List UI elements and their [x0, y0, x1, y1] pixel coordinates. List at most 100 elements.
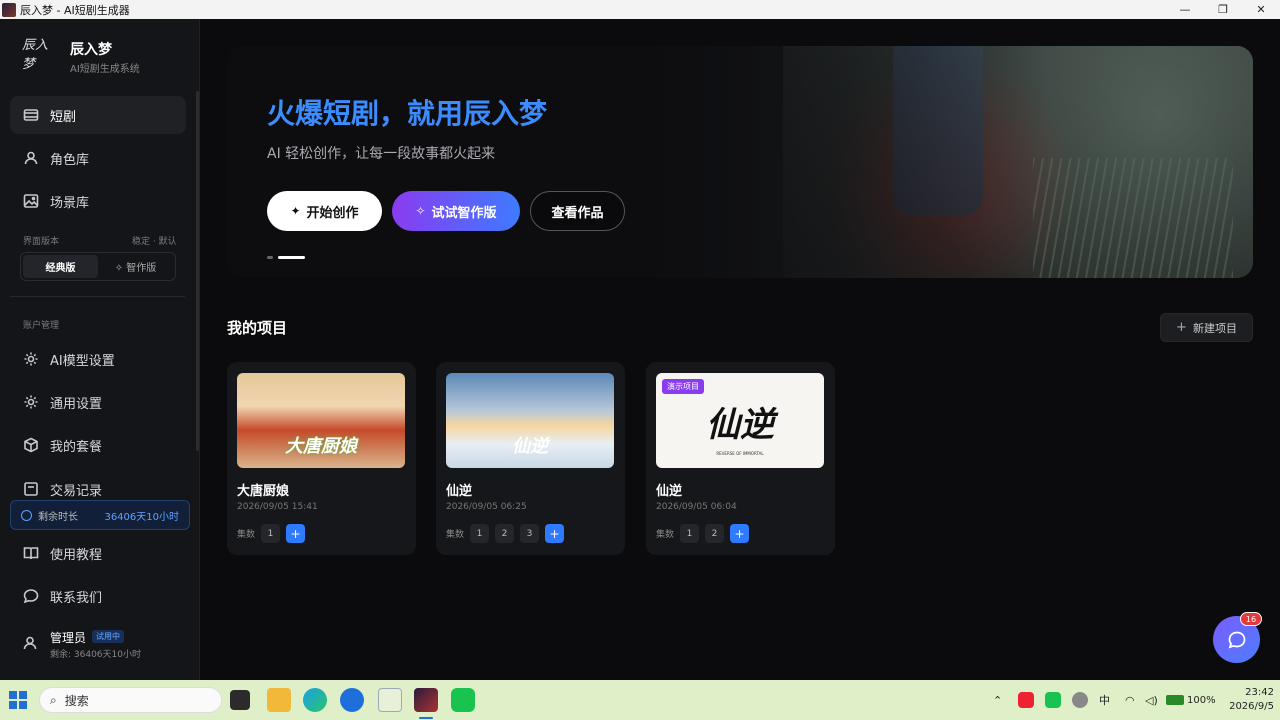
episodes-label: 集数: [656, 530, 675, 540]
thumbnail-subtitle: REVERSE OF IMMORTAL: [716, 451, 764, 456]
film-icon: [23, 107, 39, 123]
user-name: 管理员: [50, 631, 87, 645]
sidebar-item-label: AI模型设置: [50, 353, 115, 369]
tray-cloud-icon[interactable]: [1072, 692, 1088, 708]
clock-time: 23:42: [1245, 687, 1274, 698]
sidebar-clip: 交易记录: [0, 477, 200, 497]
carousel-dot[interactable]: [267, 256, 273, 259]
episode-button[interactable]: 3: [520, 524, 540, 543]
sidebar-item-general-settings[interactable]: 通用设置: [10, 383, 186, 421]
settings-icon: [23, 394, 39, 410]
episode-button[interactable]: 1: [261, 524, 281, 543]
magic-icon: ✧: [415, 204, 426, 218]
try-smart-button[interactable]: ✧ 试试智作版: [392, 191, 520, 231]
maximize-button[interactable]: ❐: [1204, 0, 1242, 19]
sidebar-item-label: 使用教程: [50, 547, 103, 563]
new-project-label: 新建项目: [1192, 321, 1237, 335]
episode-button[interactable]: 2: [705, 524, 725, 543]
title-bar: 辰入梦 - AI短剧生成器 — ❐ ✕: [0, 0, 1280, 19]
file-explorer-icon[interactable]: [267, 688, 291, 712]
sidebar-item-transactions[interactable]: 交易记录: [10, 477, 186, 497]
episode-button[interactable]: 2: [495, 524, 515, 543]
account-section-label: 账户管理: [23, 321, 60, 331]
version-smart-option[interactable]: ✧ 智作版: [98, 255, 173, 278]
thumbnail-title: 大唐厨娘: [285, 436, 357, 457]
add-episode-button[interactable]: +: [286, 524, 306, 543]
start-create-label: 开始创作: [306, 205, 359, 221]
volume-icon[interactable]: ◁): [1145, 680, 1158, 720]
view-works-button[interactable]: 查看作品: [530, 191, 625, 231]
chenrumeng-app-icon[interactable]: [414, 688, 438, 712]
gear-icon: [23, 351, 39, 367]
carousel-dot-active[interactable]: [278, 256, 305, 259]
episode-button[interactable]: 1: [470, 524, 490, 543]
wechat-app-icon[interactable]: [451, 688, 475, 712]
ime-indicator[interactable]: 中: [1099, 680, 1110, 720]
add-episode-button[interactable]: +: [730, 524, 750, 543]
search-icon: ⌕: [50, 692, 57, 707]
battery-icon[interactable]: [1166, 695, 1184, 705]
tray-app-icon[interactable]: [1018, 692, 1034, 708]
sidebar-item-scenes[interactable]: 场景库: [10, 182, 186, 220]
add-episode-button[interactable]: +: [545, 524, 565, 543]
sidebar-item-characters[interactable]: 角色库: [10, 139, 186, 177]
brand-logo: 辰入梦: [22, 38, 49, 72]
windows-start-icon[interactable]: [9, 691, 27, 709]
episode-list: 集数 1 2 +: [656, 524, 750, 543]
box-icon: [23, 437, 39, 453]
sidebar-item-tutorial[interactable]: 使用教程: [10, 534, 186, 572]
main-content: 火爆短剧，就用辰入梦 AI 轻松创作，让每一段故事都火起来 ✦ 开始创作 ✧ 试…: [200, 19, 1280, 680]
brand: 辰入梦 辰入梦 AI短剧生成系统: [22, 38, 140, 75]
taskbar-clock[interactable]: 23:42 2026/9/5: [1218, 686, 1274, 714]
version-switch: 经典版 ✧ 智作版: [20, 252, 176, 281]
carousel-dots: [267, 256, 305, 259]
episodes-label: 集数: [237, 530, 256, 540]
project-date: 2026/09/05 06:25: [446, 502, 527, 512]
clock-icon: [21, 509, 32, 521]
wifi-icon[interactable]: ◠: [1125, 680, 1135, 720]
project-thumbnail[interactable]: 仙逆 REVERSE OF IMMORTAL 演示项目: [656, 373, 824, 468]
hero-banner: 火爆短剧，就用辰入梦 AI 轻松创作，让每一段故事都火起来 ✦ 开始创作 ✧ 试…: [227, 46, 1253, 278]
episode-button[interactable]: 1: [680, 524, 700, 543]
project-card[interactable]: 仙逆 仙逆 2026/09/05 06:25 集数 1 2 3 +: [436, 362, 625, 555]
receipt-icon: [23, 481, 39, 497]
sidebar-item-drama[interactable]: 短剧: [10, 96, 186, 134]
episode-list: 集数 1 2 3 +: [446, 524, 565, 543]
sidebar-item-label: 短剧: [50, 109, 77, 125]
thumbnail-title: 仙逆: [706, 405, 774, 445]
remaining-time-value: 36406天10小时: [104, 511, 179, 523]
project-thumbnail[interactable]: 大唐厨娘: [237, 373, 405, 468]
sidebar-item-plan[interactable]: 我的套餐: [10, 426, 186, 464]
version-label: 界面版本: [23, 237, 60, 247]
clock-date: 2026/9/5: [1229, 701, 1274, 712]
new-project-button[interactable]: + 新建项目: [1160, 313, 1253, 342]
project-thumbnail[interactable]: 仙逆: [446, 373, 614, 468]
tray-chevron-icon[interactable]: ⌃: [993, 680, 1002, 720]
taskbar-search-label: 搜索: [64, 693, 89, 708]
start-create-button[interactable]: ✦ 开始创作: [267, 191, 382, 231]
project-title: 仙逆: [446, 484, 473, 499]
close-button[interactable]: ✕: [1242, 0, 1280, 19]
chat-bubble-icon: [1228, 631, 1245, 648]
user-remaining: 剩余: 36406天10小时: [50, 650, 141, 660]
version-classic-option[interactable]: 经典版: [23, 255, 98, 278]
sidebar-item-contact[interactable]: 联系我们: [10, 577, 186, 615]
plus-icon: +: [1176, 320, 1187, 335]
project-card[interactable]: 大唐厨娘 大唐厨娘 2026/09/05 15:41 集数 1 +: [227, 362, 416, 555]
sidebar-item-ai-model[interactable]: AI模型设置: [10, 340, 186, 378]
snipping-tool-icon[interactable]: [378, 688, 402, 712]
shield-app-icon[interactable]: [340, 688, 364, 712]
remaining-time-label: 剩余时长: [38, 511, 78, 523]
sidebar-item-label: 通用设置: [50, 396, 103, 412]
sidebar-scrollbar[interactable]: [196, 91, 199, 451]
taskbar-search[interactable]: ⌕ 搜索: [39, 687, 222, 713]
hero-title: 火爆短剧，就用辰入梦: [267, 97, 548, 130]
minimize-button[interactable]: —: [1166, 0, 1204, 19]
task-view-icon[interactable]: [230, 690, 250, 710]
project-card[interactable]: 仙逆 REVERSE OF IMMORTAL 演示项目 仙逆 2026/09/0…: [646, 362, 835, 555]
tray-wechat-icon[interactable]: [1045, 692, 1061, 708]
edge-browser-icon[interactable]: [303, 688, 327, 712]
sidebar-item-label: 场景库: [50, 195, 90, 211]
active-app-indicator: [419, 717, 433, 719]
app-icon: [2, 2, 16, 17]
